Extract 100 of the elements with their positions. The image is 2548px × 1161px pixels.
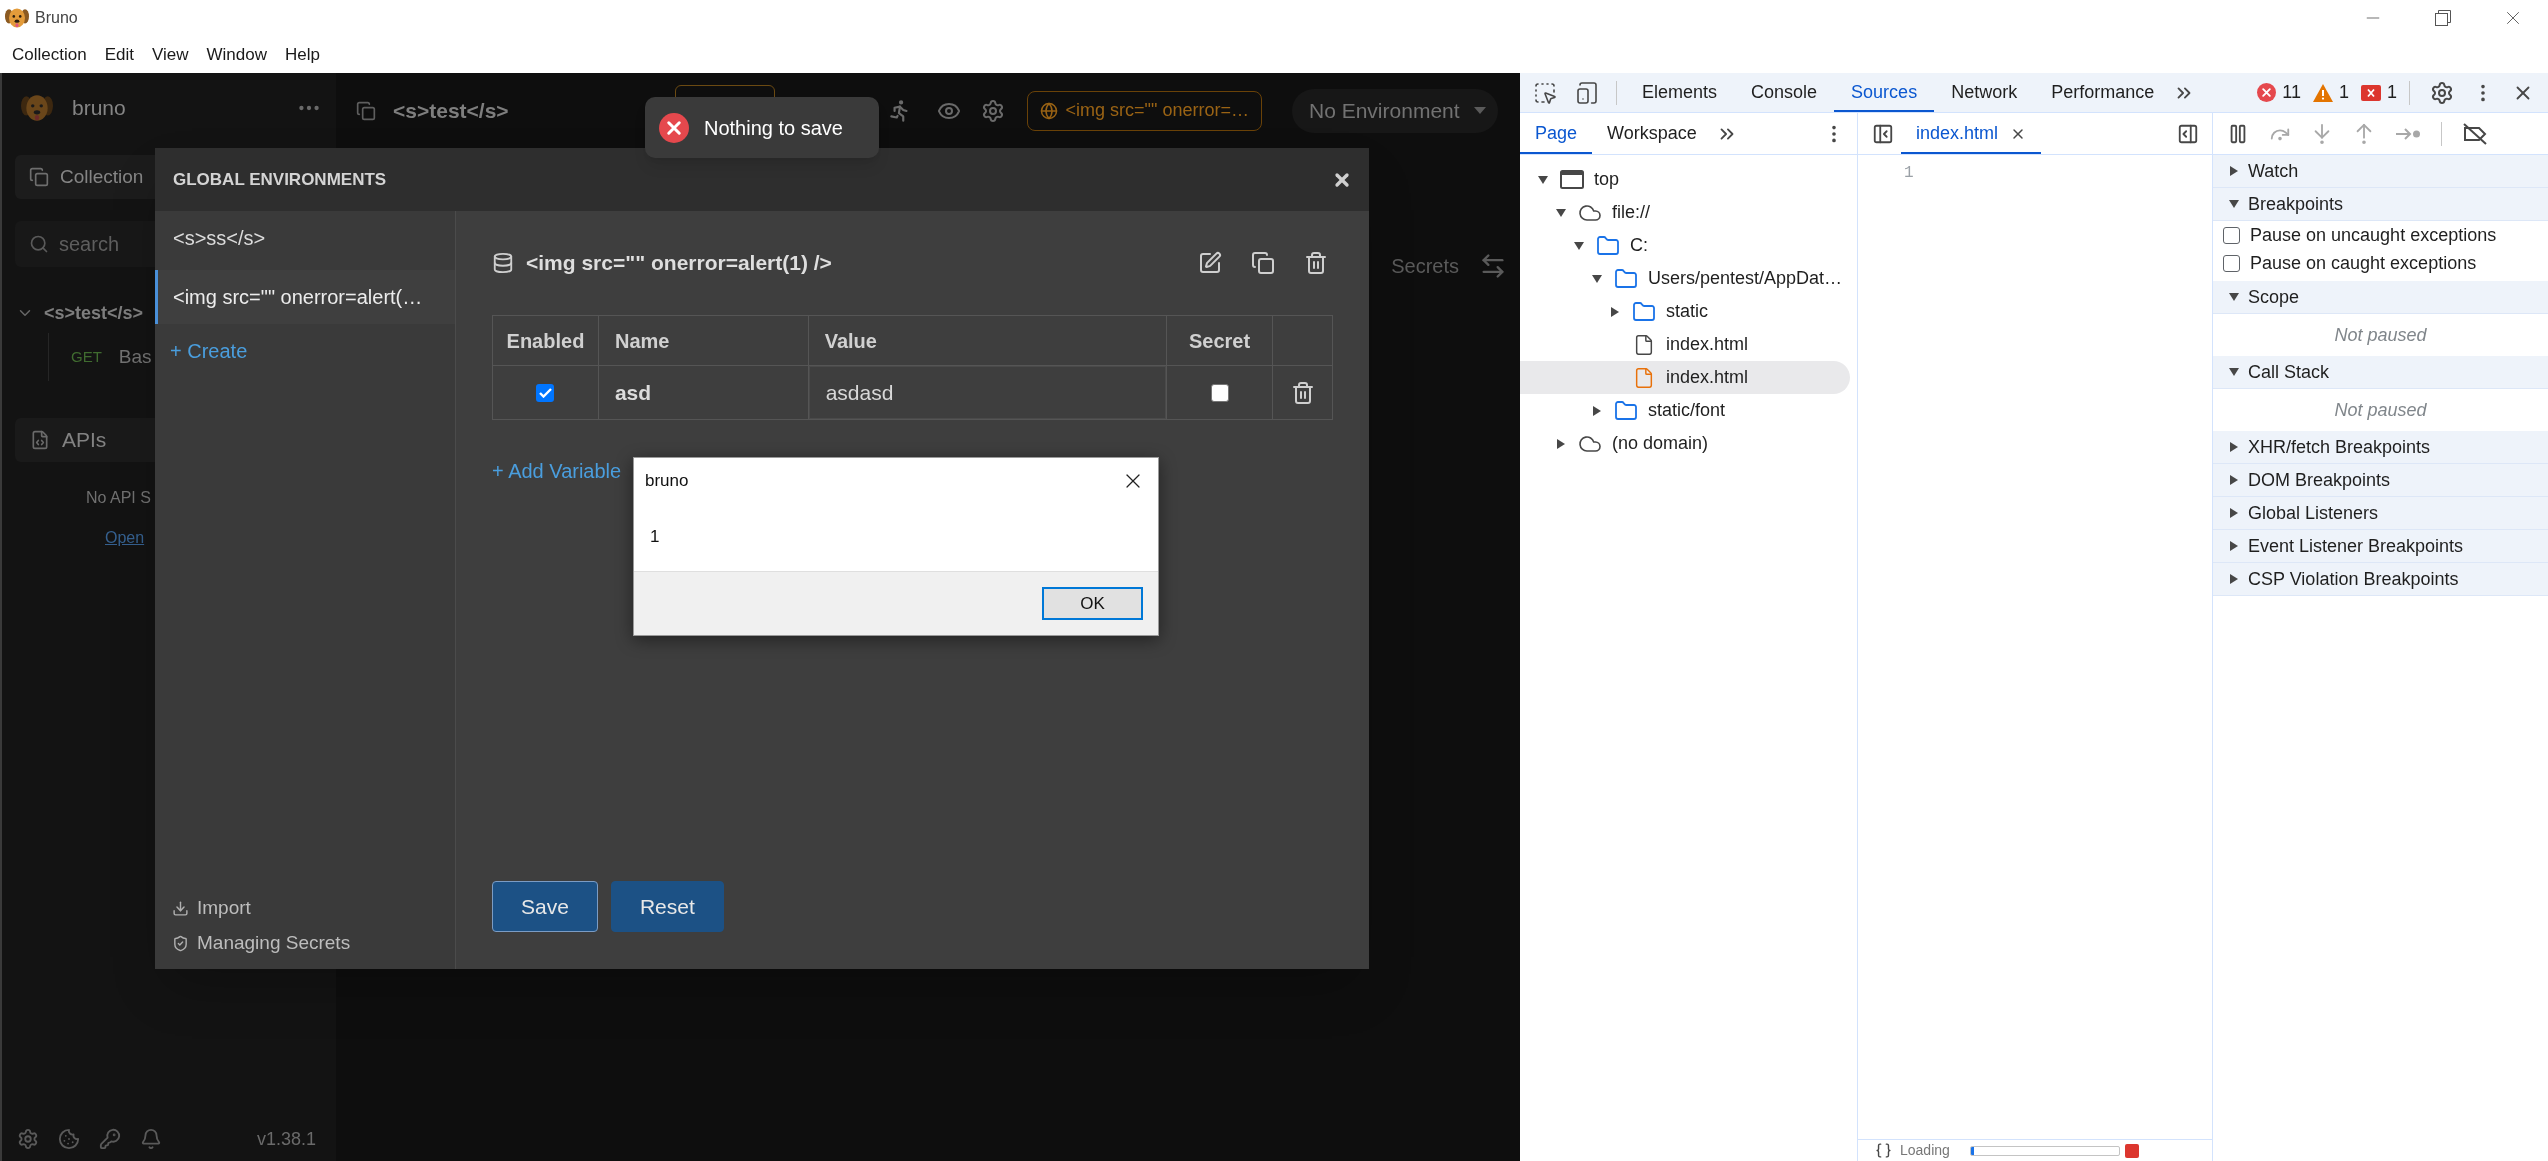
caret-down-icon[interactable] xyxy=(1538,174,1548,185)
edit-icon[interactable] xyxy=(1198,251,1222,275)
section-header[interactable]: CSP Violation Breakpoints xyxy=(2213,563,2548,596)
cookie-icon[interactable] xyxy=(58,1128,80,1150)
collection-title: <s>test</s> xyxy=(393,97,509,124)
tree-item[interactable]: (no domain) xyxy=(1520,427,1850,460)
trash-icon[interactable] xyxy=(1290,380,1315,405)
copy-icon[interactable] xyxy=(1251,251,1275,275)
braces-icon[interactable] xyxy=(1875,1142,1892,1159)
checkbox[interactable] xyxy=(2223,254,2240,272)
import-link[interactable]: Import xyxy=(172,891,251,926)
checkbox-label[interactable]: Pause on uncaught exceptions xyxy=(2250,221,2497,249)
file-tab[interactable]: index.html xyxy=(1901,113,2042,154)
checkbox-label[interactable]: Pause on caught exceptions xyxy=(2250,249,2477,277)
menu-item[interactable]: View xyxy=(151,41,189,68)
toggle-debugger-icon[interactable] xyxy=(2177,122,2199,145)
caret-right-icon[interactable] xyxy=(2229,574,2239,584)
caret-down-icon[interactable] xyxy=(1574,240,1584,251)
secret-checkbox[interactable] xyxy=(1210,383,1229,402)
section-header[interactable]: Scope xyxy=(2213,281,2548,314)
trash-icon[interactable] xyxy=(1304,251,1328,275)
menu-item[interactable]: Help xyxy=(284,41,320,68)
reset-button[interactable]: Reset xyxy=(610,881,724,932)
save-button[interactable]: Save xyxy=(492,881,598,932)
toggle-navigator-icon[interactable] xyxy=(1872,122,1894,145)
settings-icon[interactable] xyxy=(2430,80,2454,105)
create-link[interactable]: + Create xyxy=(170,336,248,366)
tree-item[interactable]: C: xyxy=(1520,229,1850,262)
caret-down-icon[interactable] xyxy=(1556,207,1566,218)
section-header[interactable]: Call Stack xyxy=(2213,356,2548,389)
panel-tab[interactable]: Sources xyxy=(1834,73,1935,112)
caret-right-icon[interactable] xyxy=(2229,541,2239,551)
error-count-button[interactable]: 11 xyxy=(2257,79,2301,106)
warning-count-button[interactable]: 1 xyxy=(2312,79,2349,106)
environment-item[interactable]: <img src="" onerror=alert(… xyxy=(155,270,455,324)
caret-down-icon[interactable] xyxy=(2229,367,2239,377)
inspect-icon[interactable] xyxy=(1533,80,1557,105)
panel-tab[interactable]: Network xyxy=(1934,73,2035,112)
caret-right-icon[interactable] xyxy=(1592,405,1602,416)
caret-down-icon[interactable] xyxy=(2229,199,2239,209)
caret-right-icon[interactable] xyxy=(2229,508,2239,518)
issue-count-button[interactable]: 1 xyxy=(2361,79,2397,106)
environment-chip[interactable]: <img src="" onerror=… xyxy=(1026,90,1262,131)
folder-icon xyxy=(1614,398,1638,423)
menu-item[interactable]: Edit xyxy=(104,41,134,68)
tree-item[interactable]: top xyxy=(1520,163,1850,196)
caret-right-icon[interactable] xyxy=(2229,442,2239,452)
status-text: Loading xyxy=(1900,1141,1950,1160)
request-name[interactable]: Bas xyxy=(118,342,152,372)
caret-down-icon[interactable] xyxy=(1592,273,1602,284)
panel-tab[interactable]: Elements xyxy=(1625,73,1735,112)
collection-item[interactable]: <s>test</s> xyxy=(2,293,144,333)
section-header[interactable]: XHR/fetch Breakpoints xyxy=(2213,431,2548,464)
caret-right-icon[interactable] xyxy=(1610,306,1620,317)
section-header[interactable]: Global Listeners xyxy=(2213,497,2548,530)
stop-square-icon[interactable] xyxy=(2124,1143,2139,1158)
panel-tab[interactable]: Performance xyxy=(2034,73,2172,112)
menu-item[interactable]: Collection xyxy=(12,41,87,68)
bell-icon[interactable] xyxy=(140,1128,162,1150)
add-variable-link[interactable]: + Add Variable xyxy=(492,456,622,486)
device-toolbar-icon[interactable] xyxy=(1575,80,1599,105)
value-field[interactable]: asdasd xyxy=(808,366,1167,419)
caret-right-icon[interactable] xyxy=(2229,475,2239,485)
tree-item[interactable]: Users/pentest/AppDat… xyxy=(1520,262,1850,295)
caret-right-icon[interactable] xyxy=(2229,166,2239,176)
navigator-tab[interactable]: Page xyxy=(1520,113,1593,154)
tree-item[interactable]: index.html xyxy=(1520,361,1850,394)
file-code-icon xyxy=(30,430,50,450)
file-icon xyxy=(1633,366,1655,389)
copy-icon[interactable] xyxy=(356,100,376,121)
environment-item[interactable]: <s>ss</s> xyxy=(155,211,455,265)
key-icon[interactable] xyxy=(99,1128,121,1150)
panel-tab[interactable]: Console xyxy=(1734,73,1835,112)
section-header[interactable]: Watch xyxy=(2213,155,2548,188)
collections-button[interactable]: Collection xyxy=(15,155,155,199)
restore-icon[interactable] xyxy=(2435,10,2451,26)
caret-down-icon[interactable] xyxy=(2229,292,2239,302)
caret-right-icon[interactable] xyxy=(1556,438,1566,449)
line-number: 1 xyxy=(1904,163,1914,184)
section-header[interactable]: DOM Breakpoints xyxy=(2213,464,2548,497)
tree-item[interactable]: static/font xyxy=(1520,394,1850,427)
section-header[interactable]: Event Listener Breakpoints xyxy=(2213,530,2548,563)
deactivate-breakpoints-icon[interactable] xyxy=(2462,122,2488,145)
settings-icon[interactable] xyxy=(980,98,1005,123)
menu-item[interactable]: Window xyxy=(206,41,267,68)
checkbox[interactable] xyxy=(2223,226,2240,244)
section-header[interactable]: Breakpoints xyxy=(2213,188,2548,221)
apis-section-header[interactable]: APIs xyxy=(15,418,155,462)
enabled-checkbox[interactable] xyxy=(536,383,555,402)
managing-secrets-link[interactable]: Managing Secrets xyxy=(172,926,351,961)
tree-item[interactable]: index.html xyxy=(1520,328,1850,361)
navigator-tab[interactable]: Workspace xyxy=(1592,113,1712,154)
copy-icon xyxy=(29,167,49,187)
error-icon xyxy=(659,112,689,143)
ok-button[interactable]: OK xyxy=(1042,587,1143,620)
column-header: Name xyxy=(598,315,809,366)
tree-item[interactable]: static xyxy=(1520,295,1850,328)
name-cell: asd xyxy=(598,365,809,420)
environment-select[interactable]: No Environment xyxy=(1292,88,1498,133)
tree-item[interactable]: file:// xyxy=(1520,196,1850,229)
